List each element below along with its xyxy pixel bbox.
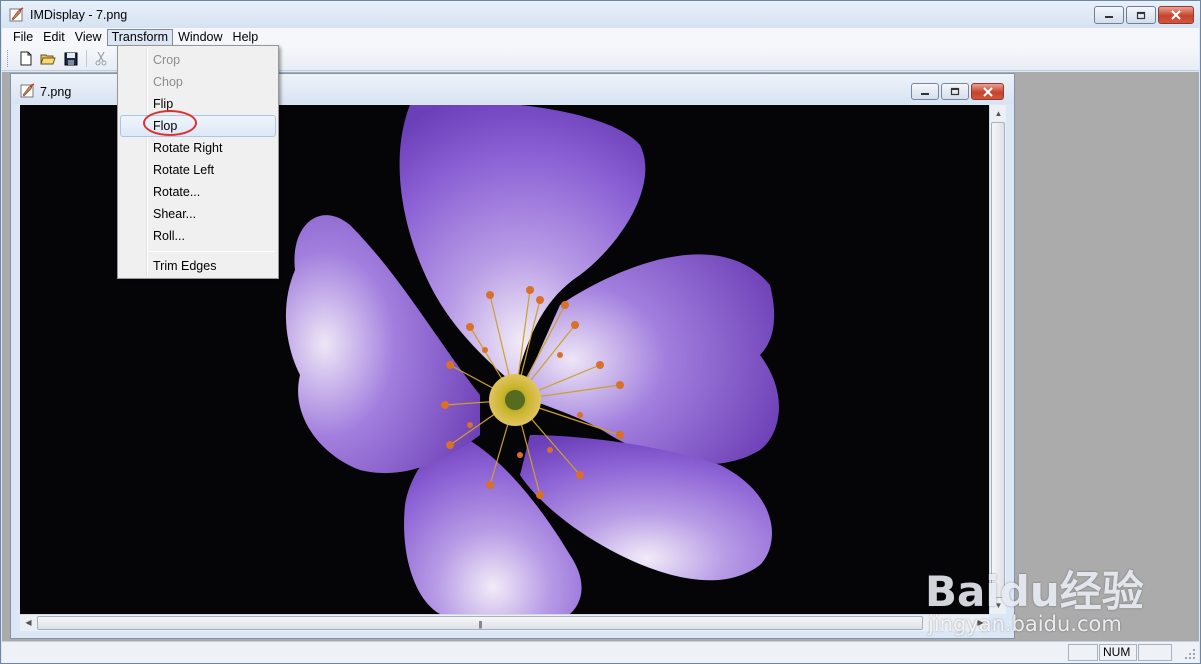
transform-menu: Crop Chop Flip Flop Rotate Right Rotate …: [117, 45, 279, 279]
menu-help[interactable]: Help: [228, 29, 264, 46]
menu-item-flip[interactable]: Flip: [120, 93, 276, 115]
cut-button[interactable]: [92, 50, 110, 67]
save-button[interactable]: [62, 50, 80, 67]
scroll-grip-icon: |||: [478, 620, 482, 629]
menu-view[interactable]: View: [70, 29, 107, 46]
menu-window[interactable]: Window: [173, 29, 227, 46]
open-folder-icon: [40, 54, 56, 64]
imdisplay-app-icon: [9, 7, 24, 22]
minimize-icon: [1105, 16, 1113, 18]
toolbar-grip[interactable]: [7, 50, 9, 67]
menu-item-chop[interactable]: Chop: [120, 71, 276, 93]
child-restore-button[interactable]: [941, 83, 969, 100]
highlight-circle-annotation: [143, 110, 197, 136]
menu-item-roll[interactable]: Roll...: [120, 225, 276, 247]
child-close-button[interactable]: [971, 83, 1004, 100]
minimize-icon: [921, 92, 929, 95]
menu-edit[interactable]: Edit: [38, 29, 70, 46]
vertical-scroll-thumb[interactable]: [991, 122, 1005, 598]
minimize-button[interactable]: [1094, 6, 1124, 24]
menu-item-trim-edges[interactable]: Trim Edges: [120, 255, 276, 277]
close-icon: [982, 86, 993, 97]
horizontal-scrollbar[interactable]: ◀ ||| ▶: [20, 614, 989, 631]
baidu-watermark-url: jingyan.baidu.com: [928, 612, 1122, 636]
menu-transform[interactable]: Transform: [106, 29, 174, 46]
status-pane-num: NUM: [1099, 644, 1137, 661]
menu-item-crop[interactable]: Crop: [120, 49, 276, 71]
app-title: IMDisplay - 7.png: [30, 8, 128, 22]
scroll-up-arrow-icon[interactable]: ▲: [991, 106, 1006, 121]
status-pane-caps: [1068, 644, 1098, 661]
new-button[interactable]: [17, 50, 35, 67]
cut-icon: [95, 51, 107, 66]
toolbar-separator: [86, 50, 87, 67]
menu-item-rotate-right[interactable]: Rotate Right: [120, 137, 276, 159]
menu-separator: [148, 251, 274, 252]
save-icon: [64, 52, 78, 65]
scroll-left-arrow-icon[interactable]: ◀: [21, 615, 36, 630]
open-button[interactable]: [39, 50, 57, 67]
vertical-scrollbar[interactable]: ▲ ▼: [989, 105, 1006, 614]
menu-item-rotate-left[interactable]: Rotate Left: [120, 159, 276, 181]
window-controls: [1094, 6, 1194, 24]
baidu-watermark-logo: Baidu经验: [925, 567, 1144, 616]
horizontal-scroll-thumb[interactable]: |||: [37, 616, 923, 630]
statusbar: NUM: [2, 641, 1199, 663]
child-window-controls: [911, 83, 1004, 100]
app-titlebar[interactable]: IMDisplay - 7.png: [1, 1, 1200, 29]
child-minimize-button[interactable]: [911, 83, 939, 100]
menu-file[interactable]: File: [8, 29, 38, 46]
status-pane-scroll: [1138, 644, 1172, 661]
maximize-icon: [1136, 11, 1146, 19]
close-icon: [1171, 10, 1181, 20]
menu-item-flop[interactable]: Flop: [120, 110, 276, 137]
close-button[interactable]: [1158, 6, 1194, 24]
menu-item-shear[interactable]: Shear...: [120, 203, 276, 225]
new-document-icon: [20, 51, 32, 66]
menu-item-rotate[interactable]: Rotate...: [120, 181, 276, 203]
child-window-title: 7.png: [40, 85, 72, 99]
restore-icon: [950, 87, 960, 96]
maximize-button[interactable]: [1126, 6, 1156, 24]
resize-grip-icon[interactable]: [1183, 647, 1197, 661]
image-file-icon: [20, 83, 35, 98]
